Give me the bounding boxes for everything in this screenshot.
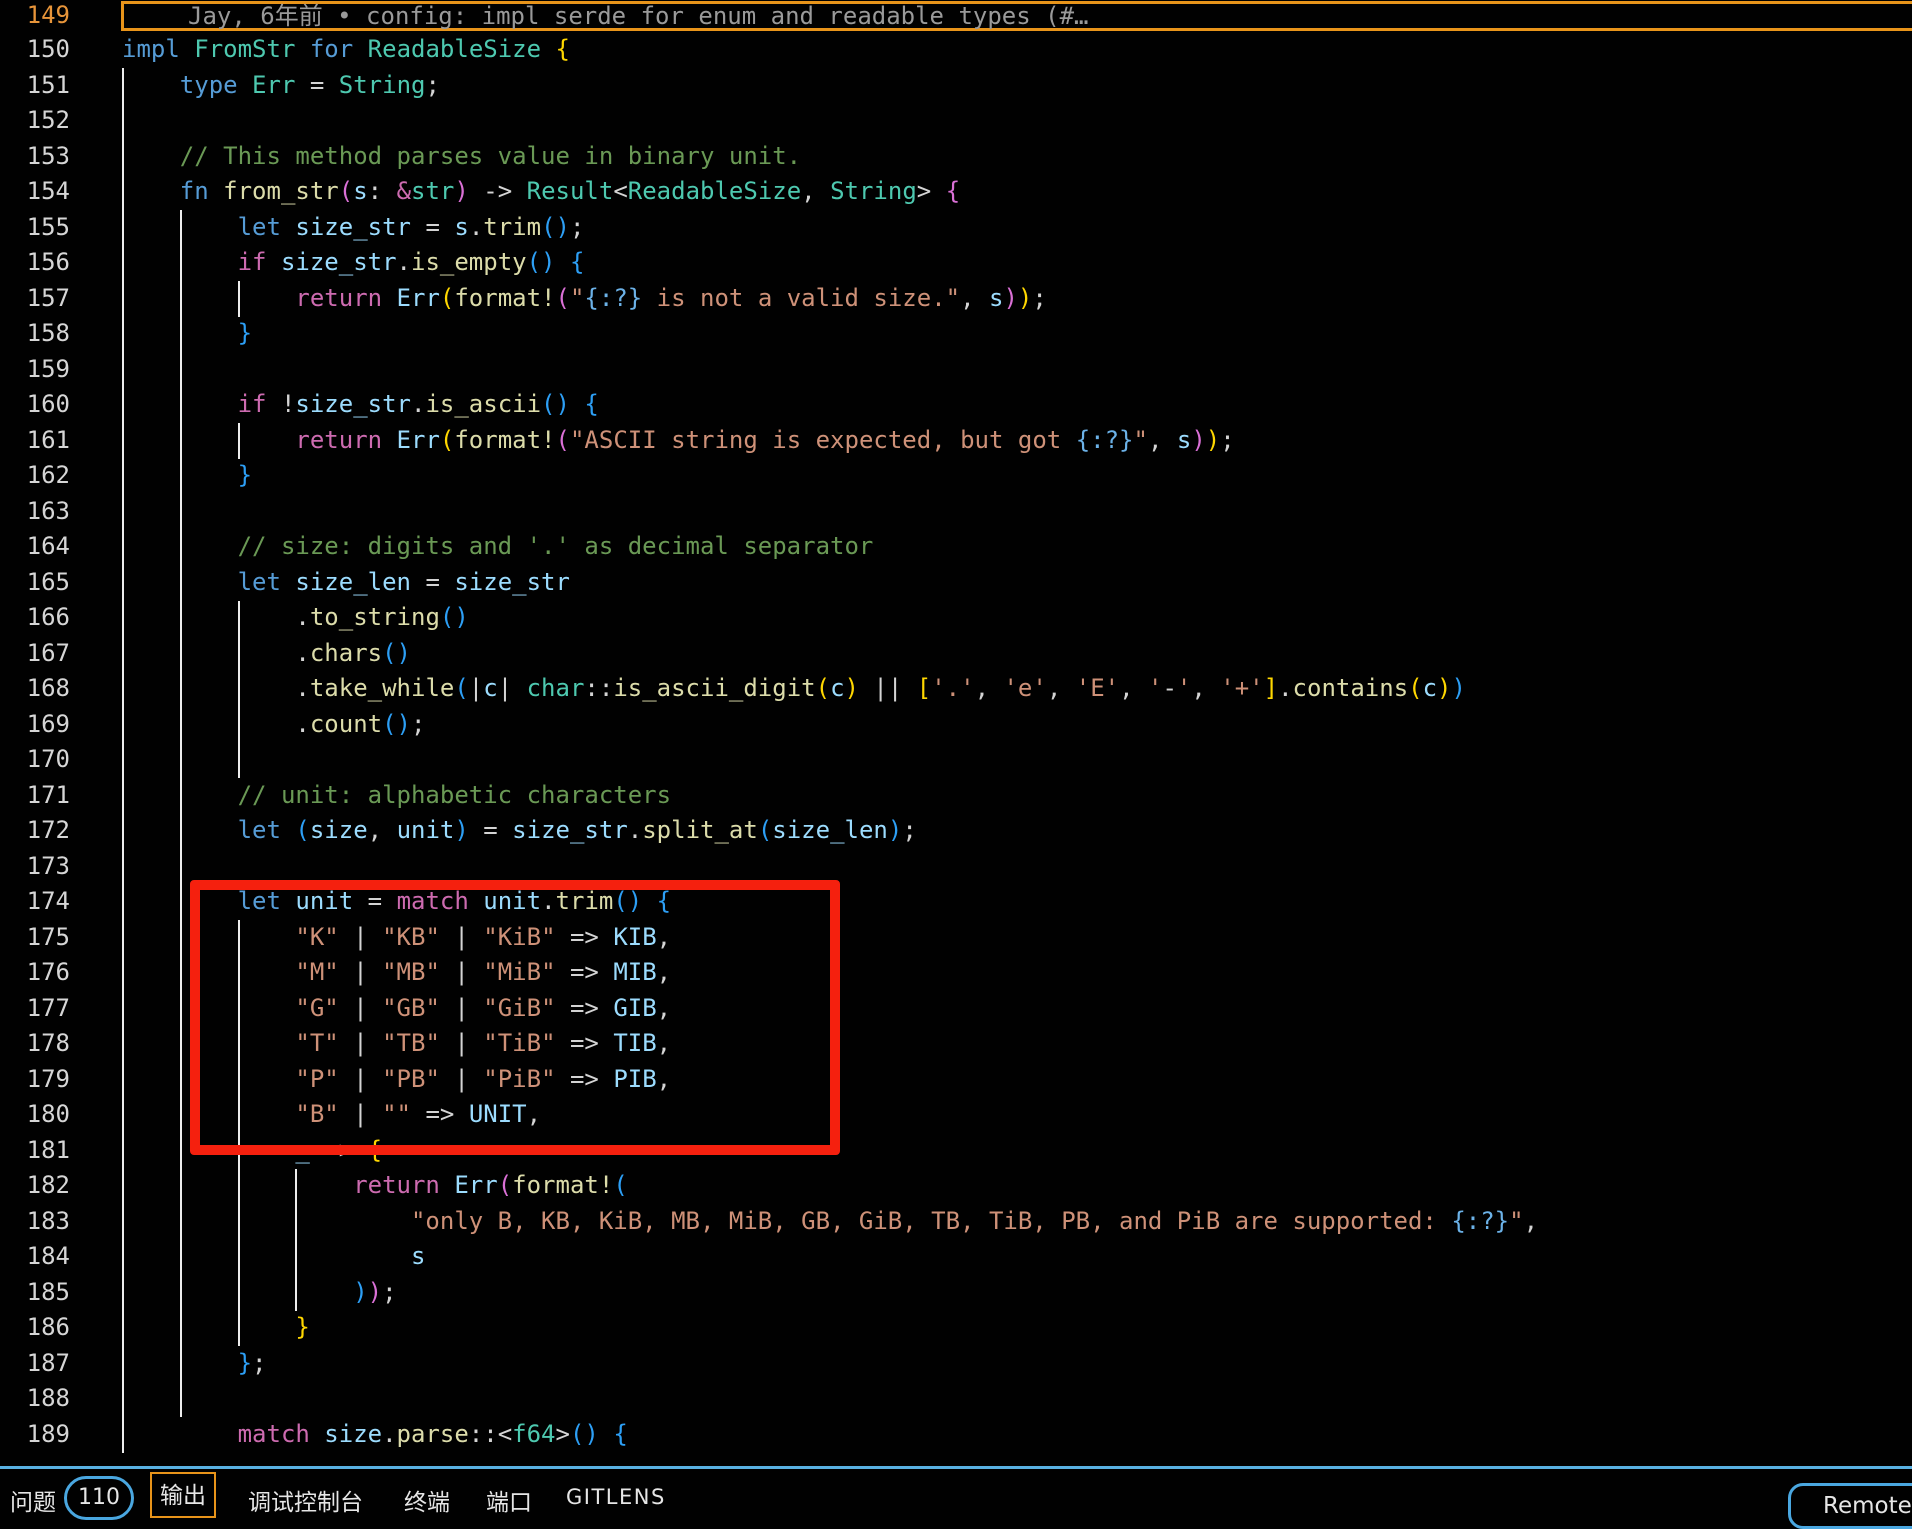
red-annotation-box bbox=[190, 880, 840, 1155]
panel-tab-gitlens[interactable]: GITLENS bbox=[566, 1485, 666, 1509]
code-line: 163 bbox=[0, 494, 1912, 530]
code-editor[interactable]: 149 Jay, 6年前 • config: impl serde for en… bbox=[0, 0, 1912, 1502]
line-number: 157 bbox=[26, 283, 70, 312]
panel-tab-debug-console[interactable]: 调试控制台 bbox=[248, 1483, 363, 1517]
panel-tab-ports[interactable]: 端口 bbox=[486, 1483, 532, 1517]
panel-tab-terminal[interactable]: 终端 bbox=[404, 1483, 450, 1517]
indent-guide bbox=[180, 210, 182, 1417]
code-line: 186 } bbox=[0, 1310, 1912, 1346]
line-number: 164 bbox=[26, 532, 70, 560]
line-number: 152 bbox=[26, 106, 70, 134]
bottom-panel: 问题 110 输出 调试控制台 终端 端口 GITLENS Remote bbox=[0, 1469, 1912, 1529]
code-line: 160 if !size_str.is_ascii() { bbox=[0, 387, 1912, 423]
code-line: 165 let size_len = size_str bbox=[0, 565, 1912, 601]
code-line: 188 bbox=[0, 1381, 1912, 1417]
line-number: 159 bbox=[26, 354, 70, 383]
line-number: 158 bbox=[26, 319, 70, 347]
problems-count-badge: 110 bbox=[64, 1476, 134, 1520]
code-line: 169 .count(); bbox=[0, 707, 1912, 743]
code-line: 166 .to_string() bbox=[0, 600, 1912, 636]
code-line: 183 "only B, KB, KiB, MB, MiB, GB, GiB, … bbox=[0, 1204, 1912, 1240]
indent-guide bbox=[238, 281, 240, 317]
blame-annotation-box[interactable]: Jay, 6年前 • config: impl serde for enum a… bbox=[121, 1, 1912, 31]
code-lines: 150 impl FromStr for ReadableSize {151 ty… bbox=[0, 32, 1912, 1452]
line-number: 167 bbox=[26, 638, 70, 667]
code-line: 171 // unit: alphabetic characters bbox=[0, 778, 1912, 814]
line-number: 189 bbox=[26, 1419, 70, 1448]
line-number: 183 bbox=[26, 1206, 70, 1235]
code-line: 155 let size_str = s.trim(); bbox=[0, 210, 1912, 246]
line-number: 168 bbox=[26, 674, 70, 702]
code-line: 150 impl FromStr for ReadableSize { bbox=[0, 32, 1912, 68]
panel-tab-output-label: 输出 bbox=[160, 1483, 206, 1509]
line-number: 153 bbox=[26, 141, 70, 170]
panel-tab-output[interactable]: 输出 bbox=[150, 1472, 216, 1518]
line-number: 187 bbox=[26, 1348, 70, 1377]
blame-annotation-text: Jay, 6年前 • config: impl serde for enum a… bbox=[188, 2, 1089, 30]
line-number: 186 bbox=[26, 1313, 70, 1341]
code-line: 184 s bbox=[0, 1239, 1912, 1275]
code-line: 152 bbox=[0, 103, 1912, 139]
line-number: 173 bbox=[26, 851, 70, 880]
line-number: 172 bbox=[26, 816, 70, 844]
code-line: 159 bbox=[0, 352, 1912, 388]
code-line: 172 let (size, unit) = size_str.split_at… bbox=[0, 813, 1912, 849]
line-number: 178 bbox=[26, 1029, 70, 1057]
line-number: 151 bbox=[26, 70, 70, 99]
line-number: 188 bbox=[26, 1384, 70, 1412]
code-line: 153 // This method parses value in binar… bbox=[0, 139, 1912, 175]
code-line: 185 )); bbox=[0, 1275, 1912, 1311]
line-number: 154 bbox=[26, 177, 70, 205]
remote-button[interactable]: Remote bbox=[1788, 1483, 1912, 1529]
line-number: 180 bbox=[26, 1100, 70, 1128]
indent-guide bbox=[295, 1168, 297, 1311]
code-line: 189 match size.parse::<f64>() { bbox=[0, 1417, 1912, 1453]
line-number: 174 bbox=[26, 887, 70, 915]
panel-tab-problems[interactable]: 问题 bbox=[10, 1483, 56, 1517]
line-number: 162 bbox=[26, 461, 70, 489]
line-number: 156 bbox=[26, 248, 70, 276]
line-number-active: 149 bbox=[26, 1, 70, 29]
line-number: 176 bbox=[26, 958, 70, 986]
line-number: 171 bbox=[26, 780, 70, 809]
code-line: 173 bbox=[0, 849, 1912, 885]
indent-guide bbox=[238, 423, 240, 459]
line-number: 170 bbox=[26, 745, 70, 773]
line-number: 163 bbox=[26, 496, 70, 525]
line-number: 177 bbox=[26, 993, 70, 1022]
code-line: 164 // size: digits and '.' as decimal s… bbox=[0, 529, 1912, 565]
code-line: 162 } bbox=[0, 458, 1912, 494]
code-line: 157 return Err(format!("{:?} is not a va… bbox=[0, 281, 1912, 317]
indent-guide bbox=[238, 600, 240, 778]
line-number: 169 bbox=[26, 709, 70, 738]
code-line: 182 return Err(format!( bbox=[0, 1168, 1912, 1204]
indent-guide bbox=[122, 68, 124, 1453]
code-line: 156 if size_str.is_empty() { bbox=[0, 245, 1912, 281]
line-number: 179 bbox=[26, 1064, 70, 1093]
line-number: 175 bbox=[26, 922, 70, 951]
code-line: 151 type Err = String; bbox=[0, 68, 1912, 104]
line-number: 165 bbox=[26, 567, 70, 596]
line-number: 181 bbox=[26, 1135, 70, 1164]
code-line: 168 .take_while(|c| char::is_ascii_digit… bbox=[0, 671, 1912, 707]
code-line: 167 .chars() bbox=[0, 636, 1912, 672]
line-number: 155 bbox=[26, 212, 70, 241]
line-number: 160 bbox=[26, 390, 70, 418]
line-number: 182 bbox=[26, 1171, 70, 1199]
code-line: 170 bbox=[0, 742, 1912, 778]
line-number: 184 bbox=[26, 1242, 70, 1270]
code-line: 154 fn from_str(s: &str) -> Result<Reada… bbox=[0, 174, 1912, 210]
line-number: 166 bbox=[26, 603, 70, 631]
line-number: 161 bbox=[26, 425, 70, 454]
code-line: 187 }; bbox=[0, 1346, 1912, 1382]
code-line: 158 } bbox=[0, 316, 1912, 352]
line-number: 150 bbox=[26, 35, 70, 63]
code-line: 161 return Err(format!("ASCII string is … bbox=[0, 423, 1912, 459]
line-number: 185 bbox=[26, 1277, 70, 1306]
